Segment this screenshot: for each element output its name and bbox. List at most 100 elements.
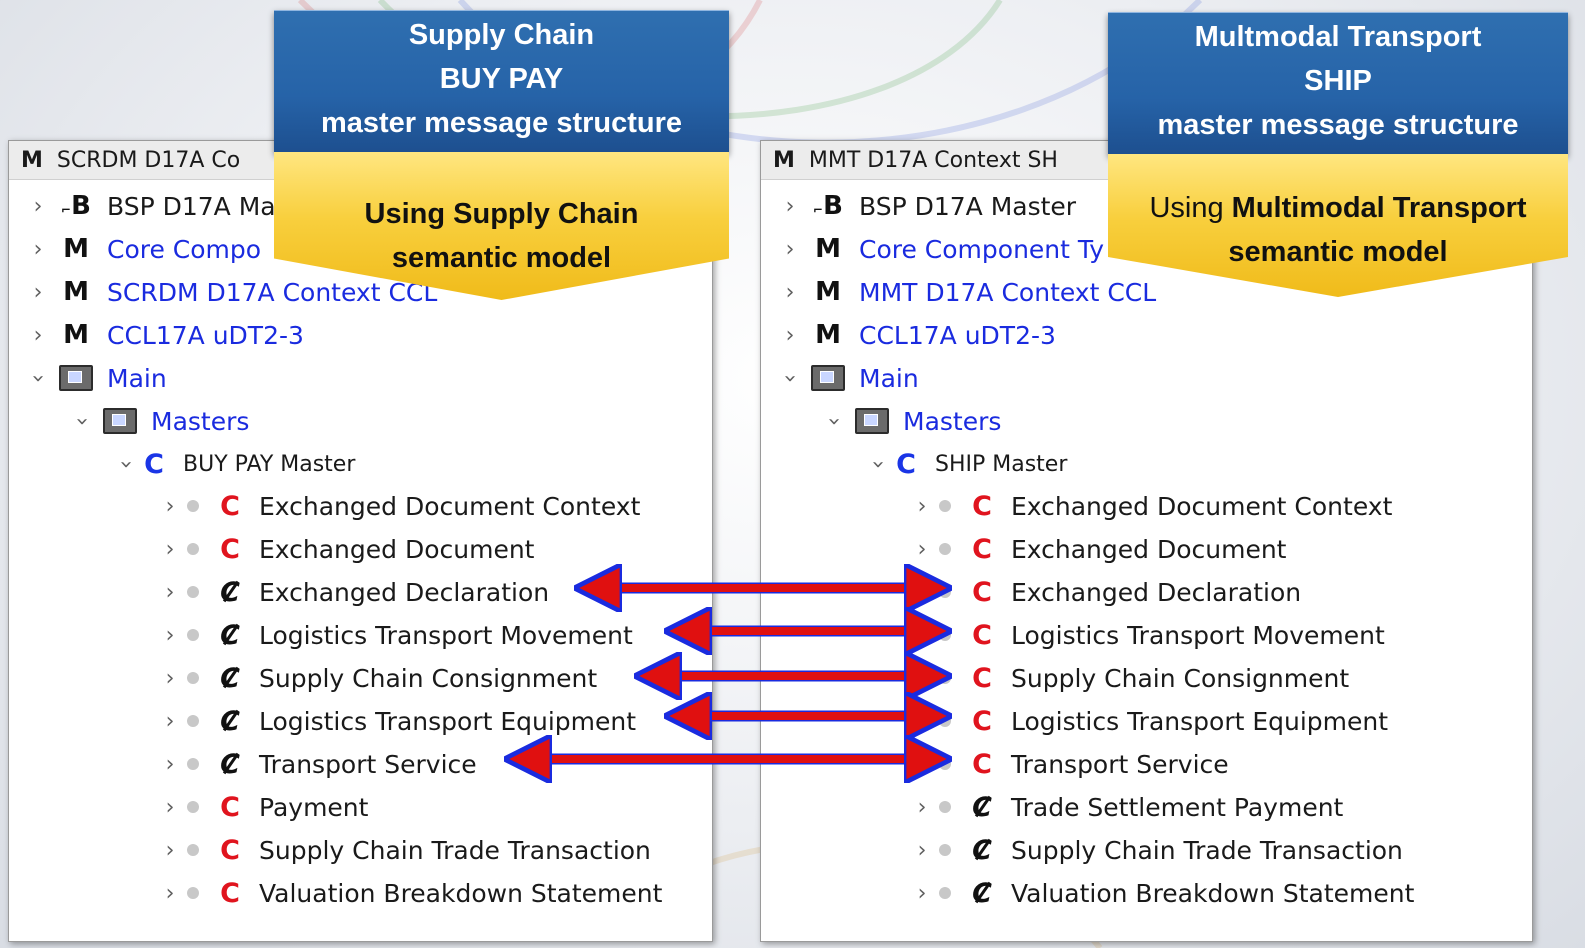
tree-row-class[interactable]: › C Logistics Transport Equipment — [159, 701, 636, 741]
tree-row-class[interactable]: › C Transport Service — [911, 744, 1229, 784]
tree-label: Logistics Transport Movement — [259, 620, 633, 650]
tree-label: Masters — [151, 406, 250, 436]
chevron-right-icon[interactable]: › — [911, 752, 933, 777]
tree-row-class[interactable]: › C Exchanged Document Context — [911, 486, 1393, 526]
chevron-right-icon[interactable]: › — [159, 838, 181, 863]
tree-row-class[interactable]: › C Payment — [159, 787, 369, 827]
tree-row-buy-pay-master[interactable]: › C BUY PAY Master — [114, 444, 356, 484]
left-callout-semantic: Using Supply Chain semantic model — [274, 152, 729, 300]
chevron-right-icon[interactable]: › — [159, 537, 181, 562]
tree-row-ccl17a[interactable]: › M CCL17A uDT2-3 — [779, 315, 1056, 355]
chevron-right-icon[interactable]: › — [911, 795, 933, 820]
tree-row-class[interactable]: › C Logistics Transport Movement — [911, 615, 1385, 655]
bullet-icon — [939, 715, 951, 727]
chevron-down-icon[interactable]: › — [866, 453, 891, 475]
chevron-right-icon[interactable]: › — [159, 881, 181, 906]
chevron-right-icon[interactable]: › — [779, 280, 801, 305]
chevron-right-icon[interactable]: › — [911, 666, 933, 691]
bullet-icon — [939, 586, 951, 598]
chevron-right-icon[interactable]: › — [159, 580, 181, 605]
chevron-right-icon[interactable]: › — [159, 795, 181, 820]
tree-row-context-ccl[interactable]: › M MMT D17A Context CCL — [779, 272, 1157, 312]
tree-row-ship-master[interactable]: › C SHIP Master — [866, 444, 1068, 484]
bullet-icon — [939, 543, 951, 555]
callout-title-line: Multmodal Transport — [1194, 21, 1482, 53]
chevron-right-icon[interactable]: › — [779, 323, 801, 348]
tree-row-bsp[interactable]: › B BSP D17A Master — [779, 186, 1077, 226]
restricted-class-icon: C — [965, 878, 999, 909]
tree-row-class[interactable]: › C Exchanged Document — [159, 529, 535, 569]
chevron-right-icon[interactable]: › — [159, 752, 181, 777]
class-icon: C — [220, 533, 240, 565]
tree-row-class[interactable]: › C Exchanged Declaration — [911, 572, 1302, 612]
tree-row-class[interactable]: › C Valuation Breakdown Statement — [911, 873, 1415, 913]
model-library-icon: M — [63, 234, 89, 264]
callout-using-bold: Multimodal Transport — [1231, 192, 1527, 224]
tree-label: Exchanged Document — [259, 534, 535, 564]
chevron-right-icon[interactable]: › — [911, 580, 933, 605]
chevron-down-icon[interactable]: › — [26, 367, 51, 389]
callout-title-line: master message structure — [1157, 109, 1519, 141]
tree-label: Exchanged Document Context — [1011, 491, 1393, 521]
tree-row-class[interactable]: › C Supply Chain Trade Transaction — [911, 830, 1403, 870]
tree-row-class[interactable]: › C Exchanged Document — [911, 529, 1287, 569]
chevron-right-icon[interactable]: › — [159, 494, 181, 519]
chevron-right-icon[interactable]: › — [911, 881, 933, 906]
chevron-right-icon[interactable]: › — [911, 709, 933, 734]
tree-row-core-component[interactable]: › M Core Compo — [27, 229, 261, 269]
chevron-down-icon[interactable]: › — [778, 367, 803, 389]
tree-row-class[interactable]: › C Valuation Breakdown Statement — [159, 873, 663, 913]
callout-title-line: BUY PAY — [439, 63, 564, 95]
tree-row-masters[interactable]: › Masters — [70, 401, 250, 441]
tree-row-main[interactable]: › Main — [26, 358, 167, 398]
tree-row-class[interactable]: › C Logistics Transport Equipment — [911, 701, 1388, 741]
tree-label: Exchanged Declaration — [1011, 577, 1302, 607]
tree-row-class[interactable]: › C Trade Settlement Payment — [911, 787, 1344, 827]
chevron-right-icon[interactable]: › — [159, 709, 181, 734]
chevron-right-icon[interactable]: › — [779, 194, 801, 219]
callout-using-line: semantic model — [1228, 236, 1448, 268]
chevron-right-icon[interactable]: › — [27, 280, 49, 305]
tree-row-bsp[interactable]: › B BSP D17A Ma — [27, 186, 276, 226]
tree-label: Payment — [259, 792, 369, 822]
chevron-right-icon[interactable]: › — [911, 838, 933, 863]
chevron-down-icon[interactable]: › — [114, 453, 139, 475]
tree-row-class[interactable]: › C Logistics Transport Movement — [159, 615, 633, 655]
callout-title-line: SHIP — [1304, 65, 1372, 97]
bullet-icon — [187, 500, 199, 512]
tree-row-core-component[interactable]: › M Core Component Ty — [779, 229, 1104, 269]
tree-label: Main — [107, 363, 167, 393]
chevron-down-icon[interactable]: › — [822, 410, 847, 432]
callout-using-line: Using Supply Chain — [364, 198, 639, 230]
callout-title-line: master message structure — [320, 107, 683, 139]
package-folder-icon — [811, 365, 845, 391]
tree-row-class[interactable]: › C Supply Chain Consignment — [911, 658, 1350, 698]
chevron-right-icon[interactable]: › — [911, 494, 933, 519]
chevron-right-icon[interactable]: › — [27, 323, 49, 348]
tree-row-ccl17a[interactable]: › M CCL17A uDT2-3 — [27, 315, 304, 355]
chevron-down-icon[interactable]: › — [70, 410, 95, 432]
chevron-right-icon[interactable]: › — [911, 537, 933, 562]
class-icon: C — [144, 448, 164, 480]
tree-row-main[interactable]: › Main — [778, 358, 919, 398]
chevron-right-icon[interactable]: › — [27, 194, 49, 219]
package-folder-icon — [103, 408, 137, 434]
callout-using-line: semantic model — [391, 242, 612, 274]
tree-row-class[interactable]: › C Exchanged Document Context — [159, 486, 641, 526]
chevron-right-icon[interactable]: › — [779, 237, 801, 262]
chevron-right-icon[interactable]: › — [27, 237, 49, 262]
chevron-right-icon[interactable]: › — [911, 623, 933, 648]
bullet-icon — [187, 801, 199, 813]
tree-row-class[interactable]: › C Supply Chain Consignment — [159, 658, 598, 698]
tree-row-class[interactable]: › C Transport Service — [159, 744, 477, 784]
tree-label: CCL17A uDT2-3 — [859, 320, 1056, 350]
tree-row-class[interactable]: › C Exchanged Declaration — [159, 572, 550, 612]
tree-label: Exchanged Document Context — [259, 491, 641, 521]
tree-row-masters[interactable]: › Masters — [822, 401, 1002, 441]
tree-label: Core Component Ty — [859, 234, 1105, 264]
chevron-right-icon[interactable]: › — [159, 623, 181, 648]
chevron-right-icon[interactable]: › — [159, 666, 181, 691]
restricted-class-icon: C — [213, 620, 247, 651]
tree-row-class[interactable]: › C Supply Chain Trade Transaction — [159, 830, 651, 870]
restricted-class-icon: C — [965, 792, 999, 823]
